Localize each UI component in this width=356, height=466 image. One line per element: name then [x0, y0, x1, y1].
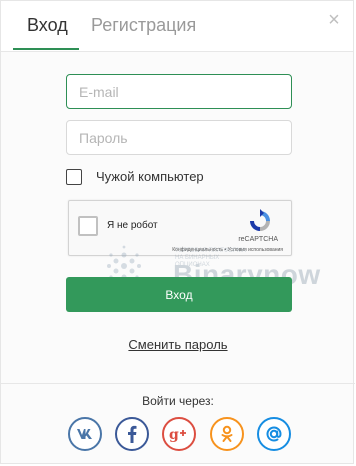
at-sign-icon — [266, 426, 282, 442]
foreign-computer-checkbox[interactable] — [66, 169, 82, 185]
odnoklassniki-login-button[interactable] — [210, 417, 244, 451]
recaptcha-label: Я не робот — [107, 220, 158, 231]
login-with-label: Войти через: — [142, 394, 214, 408]
tab-register[interactable]: Регистрация — [91, 15, 196, 36]
recaptcha-links[interactable]: Конфиденциальность • Условия использован… — [172, 247, 283, 253]
tab-bar: Вход Регистрация × — [1, 1, 353, 52]
foreign-computer-label: Чужой компьютер — [96, 169, 204, 184]
recaptcha-brand: reCAPTCHA — [238, 236, 278, 243]
login-modal: Вход Регистрация × Чужой компьютер Я не … — [0, 0, 355, 464]
recaptcha-logo-icon — [250, 209, 270, 231]
google-plus-login-button[interactable]: g — [162, 417, 196, 451]
close-icon[interactable]: × — [325, 10, 343, 30]
recaptcha-widget: Я не робот reCAPTCHA Конфиденциальность … — [68, 200, 292, 256]
facebook-login-button[interactable] — [115, 417, 149, 451]
divider — [1, 383, 355, 384]
vk-login-button[interactable] — [68, 417, 102, 451]
email-field[interactable] — [66, 74, 292, 109]
mail-login-button[interactable] — [257, 417, 291, 451]
password-field[interactable] — [66, 120, 292, 155]
facebook-icon — [128, 425, 137, 443]
recaptcha-checkbox[interactable] — [78, 216, 98, 236]
login-button[interactable]: Вход — [66, 277, 292, 312]
vk-icon — [77, 429, 92, 439]
active-tab-indicator — [13, 48, 79, 50]
google-plus-icon: g — [169, 427, 186, 442]
tab-login[interactable]: Вход — [27, 15, 68, 36]
odnoklassniki-icon — [221, 425, 233, 442]
svg-text:g: g — [169, 427, 179, 442]
change-password-link[interactable]: Сменить пароль — [1, 337, 355, 352]
